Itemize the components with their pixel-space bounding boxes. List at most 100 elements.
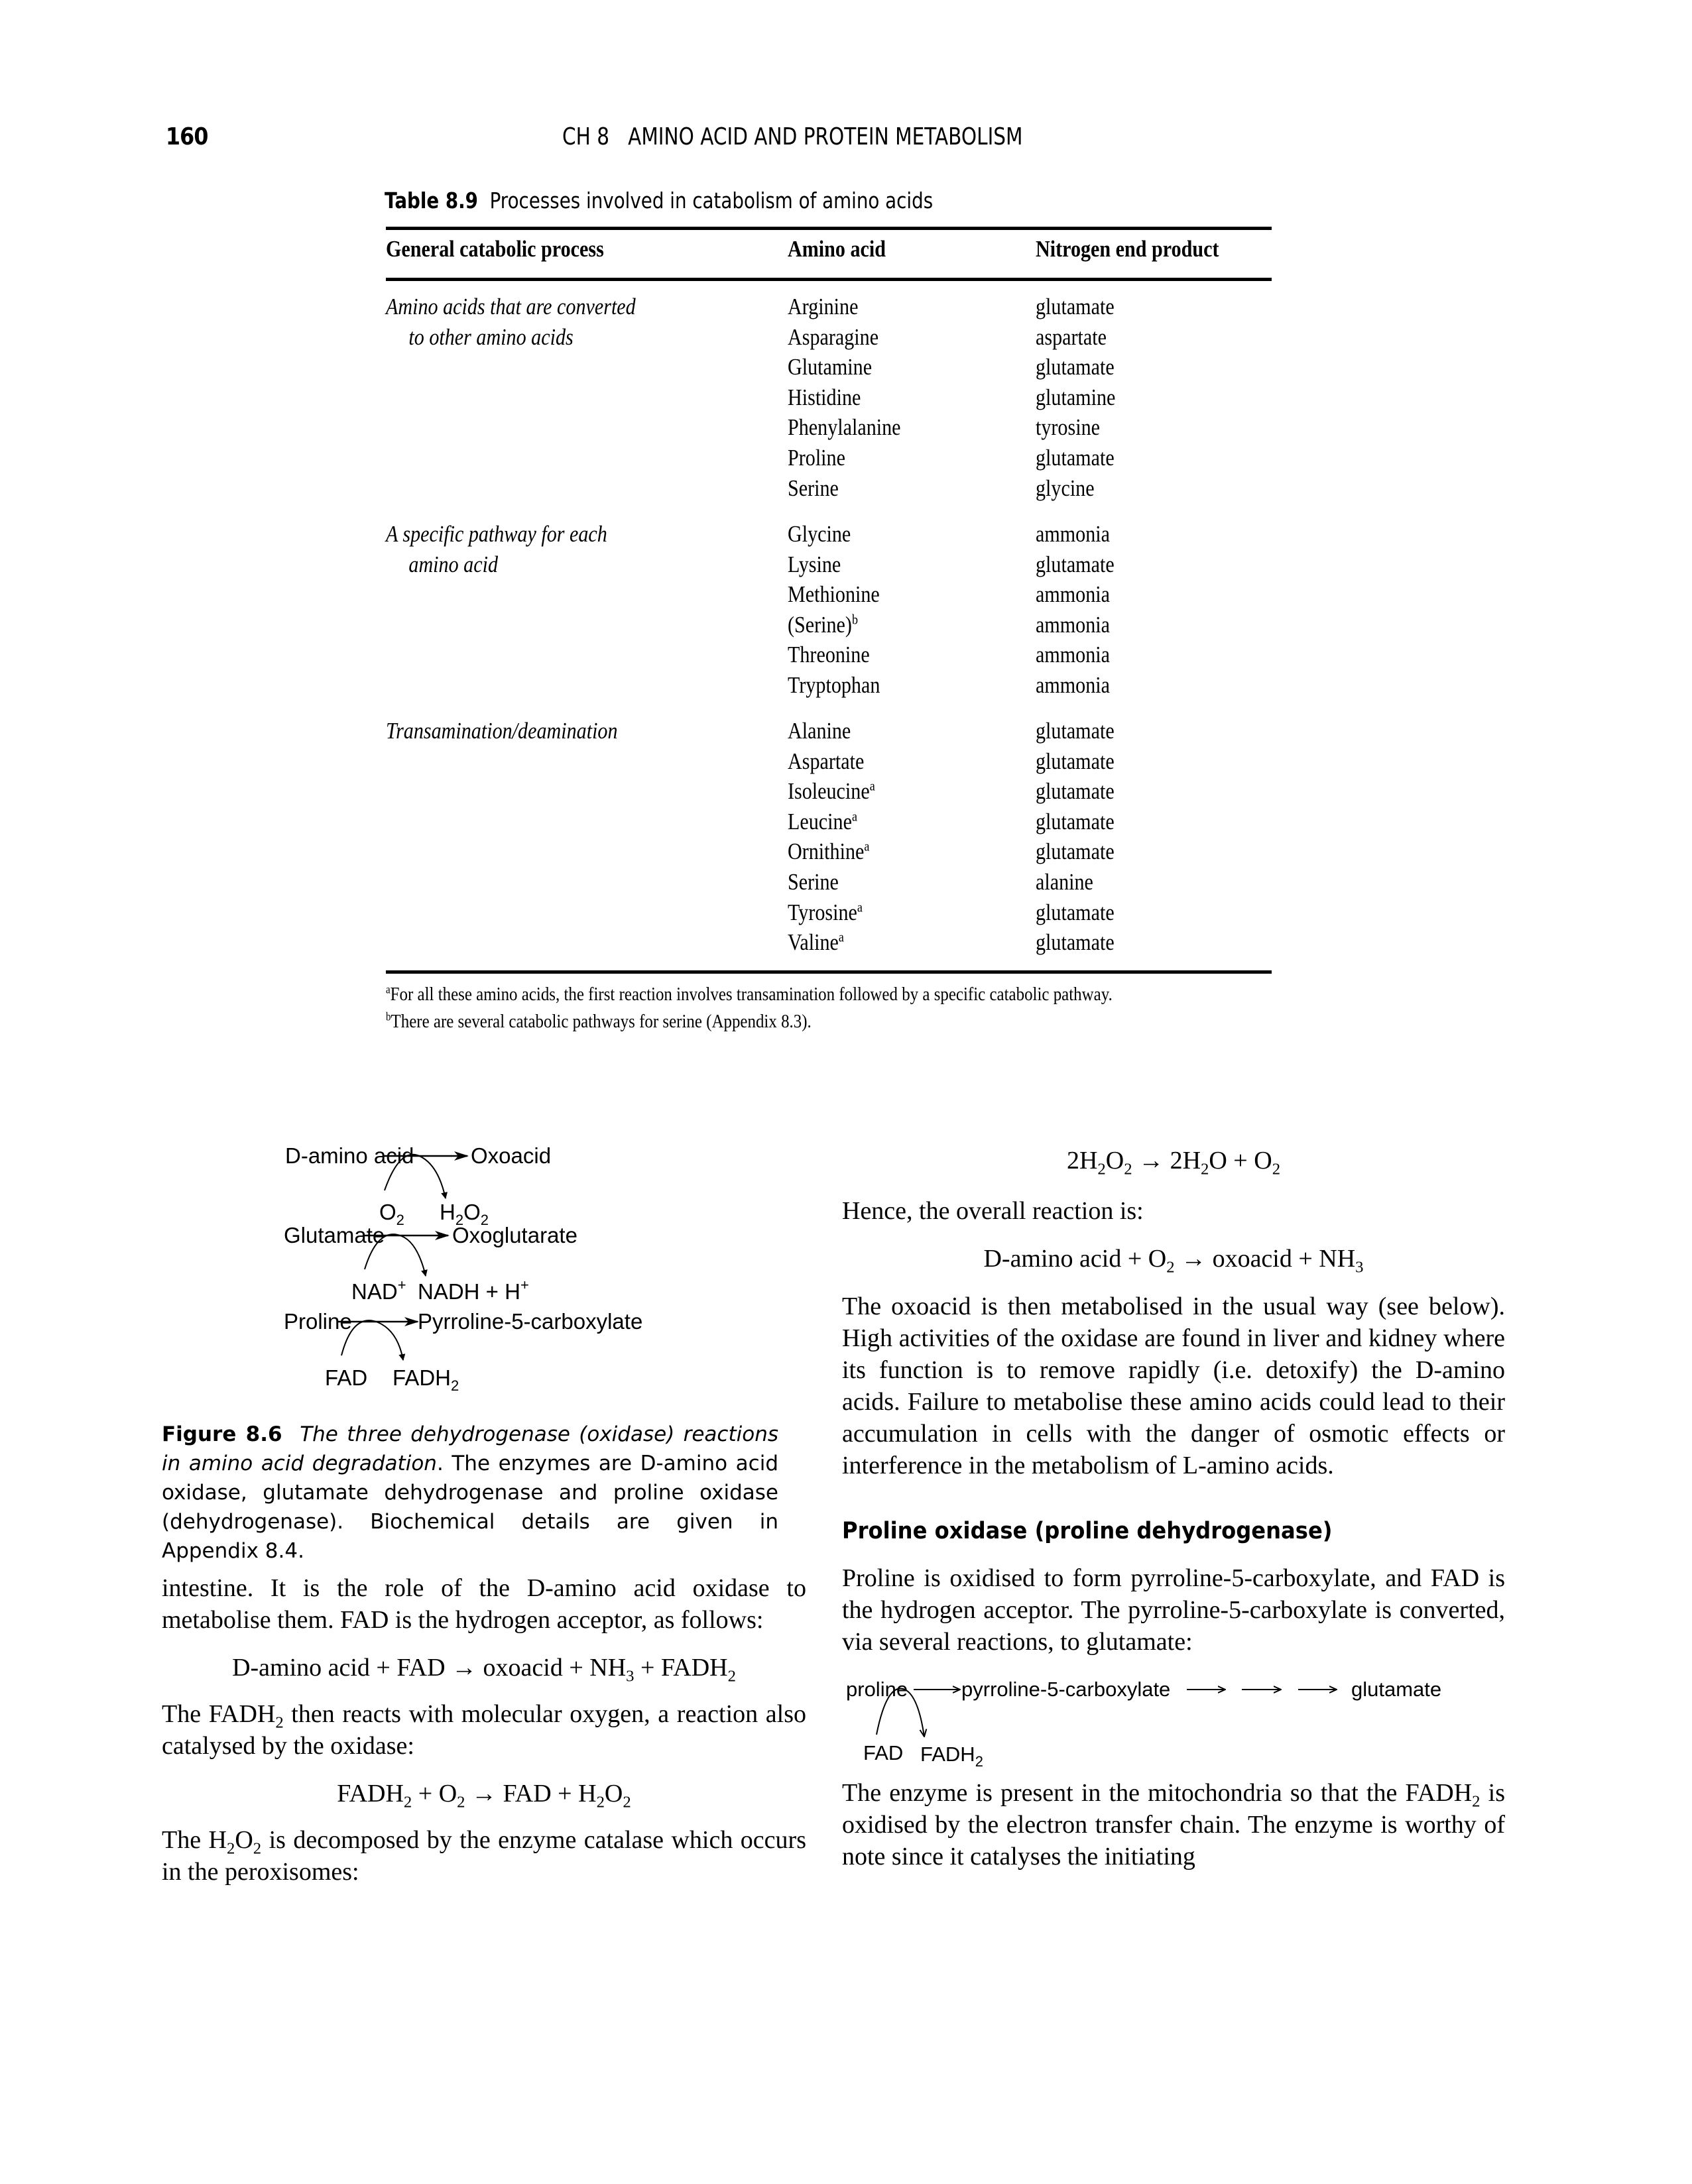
- table-cell-product: glutamate: [1036, 718, 1115, 744]
- reaction-product: Oxoglutarate: [452, 1223, 577, 1247]
- paragraph: The H2O2 is decomposed by the enzyme cat…: [162, 1826, 806, 1886]
- table-cell-product: ammonia: [1036, 611, 1111, 638]
- reaction-d-amino-acid-oxidase: D-amino acid Oxoacid O2 H2O2: [285, 1143, 551, 1228]
- column-header-amino-acid: Amino acid: [788, 236, 886, 262]
- table-cell-amino-acid: Methionine: [788, 581, 880, 608]
- paragraph: The oxoacid is then metabolised in the u…: [842, 1293, 1505, 1479]
- product-list-group1: glutamate aspartate glutamate glutamine …: [1036, 292, 1115, 503]
- scheme-product: glutamate: [1351, 1678, 1441, 1701]
- reaction-glutamate-dehydrogenase: Glutamate Oxoglutarate NAD+ NADH + H+: [284, 1223, 577, 1304]
- cofactor-in: NAD+: [351, 1277, 406, 1304]
- cofactor-in: FAD: [325, 1365, 367, 1390]
- process-label-line1: Transamination/deamination: [386, 718, 618, 744]
- footnote-ref-a: a: [857, 898, 863, 915]
- equation-fadh2-oxygen: FADH2 + O2 → FAD + H2O2: [337, 1780, 631, 1811]
- table-cell-amino-acid: Aspartate: [788, 748, 865, 774]
- equation-catalase: 2H2O2 → 2H2O + O2: [1066, 1147, 1281, 1178]
- table-cell-product: glutamate: [1036, 748, 1115, 774]
- process-label-line1: A specific pathway for each: [386, 521, 607, 547]
- table-cell-amino-acid: Serine: [788, 868, 839, 895]
- amino-acid-list-group1: Arginine Asparagine Glutamine Histidine …: [788, 292, 901, 503]
- paragraph: The FADH2 then reacts with molecular oxy…: [162, 1700, 806, 1760]
- proline-scheme-diagram: proline pyrroline-5-carboxylate glutamat…: [846, 1678, 1441, 1768]
- figure-8-6-diagram: D-amino acid Oxoacid O2 H2O2 Glutamate O…: [284, 1143, 642, 1394]
- table-label: Table 8.9: [385, 188, 478, 213]
- table-cell-product: tyrosine: [1036, 414, 1100, 441]
- scheme-intermediate: pyrroline-5-carboxylate: [961, 1678, 1170, 1701]
- process-group-specific-pathway: A specific pathway for each amino acid: [386, 519, 607, 580]
- process-label-line1: Amino acids that are converted: [386, 294, 636, 319]
- amino-acid-list-group2: Glycine Lysine Methionine (Serine)b Thre…: [788, 519, 880, 701]
- process-group-transamination: Transamination/deamination: [386, 716, 618, 746]
- table-cell-amino-acid: Valinea: [788, 929, 844, 956]
- equation-d-amino-acid-fad: D-amino acid + FAD → oxoacid + NH3 + FAD…: [232, 1654, 736, 1686]
- table-cell-amino-acid: (Serine)b: [788, 611, 858, 638]
- product-list-group2: ammonia glutamate ammonia ammonia ammoni…: [1036, 519, 1115, 701]
- column-header-process: General catabolic process: [386, 236, 604, 262]
- table-cell-product: glutamine: [1036, 384, 1116, 410]
- table-cell-amino-acid: Proline: [788, 444, 845, 471]
- table-cell-product: ammonia: [1036, 671, 1111, 698]
- paragraph: intestine. It is the role of the D-amino…: [162, 1574, 806, 1634]
- process-group-converted: Amino acids that are converted to other …: [386, 292, 636, 353]
- table-cell-product: glutamate: [1036, 778, 1115, 805]
- table-footnotes: aFor all these amino acids, the first re…: [386, 981, 1276, 1035]
- section-heading: Proline oxidase (proline dehydrogenase): [842, 1518, 1333, 1544]
- paragraph: Proline is oxidised to form pyrroline-5-…: [842, 1564, 1505, 1656]
- cofactor-out: NADH + H+: [418, 1277, 529, 1304]
- table-cell-amino-acid: Isoleucinea: [788, 777, 875, 805]
- table-header-rule: [386, 278, 1272, 281]
- running-head: CH 8 AMINO ACID AND PROTEIN METABOLISM: [562, 123, 1023, 150]
- table-cell-product: glutamate: [1036, 294, 1115, 319]
- footnote-ref-a: a: [864, 838, 870, 854]
- footnote-a: aFor all these amino acids, the first re…: [386, 982, 1113, 1005]
- amino-acid-list-group3: Alanine Aspartate Isoleucinea Leucinea O…: [788, 716, 875, 958]
- reaction-product: Pyrroline-5-carboxylate: [418, 1309, 642, 1334]
- table-cell-product: aspartate: [1036, 323, 1107, 350]
- table-cell-amino-acid: Tryptophan: [788, 671, 880, 698]
- figure-label: Figure 8.6: [162, 1422, 282, 1446]
- table-cell-product: glutamate: [1036, 899, 1115, 925]
- table-cell-amino-acid: Lysine: [788, 551, 841, 577]
- reaction-product: Oxoacid: [471, 1143, 551, 1168]
- table-cell-amino-acid: Arginine: [788, 294, 859, 319]
- left-column: intestine. It is the role of the D-amino…: [162, 1572, 806, 1888]
- footnote-ref-a: a: [869, 777, 875, 794]
- table-cell-amino-acid: Asparagine: [788, 323, 879, 350]
- process-label-line2: to other amino acids: [408, 324, 574, 350]
- footnote-ref-a: a: [851, 808, 857, 825]
- table-cell-product: glutamate: [1036, 354, 1115, 380]
- equation-overall: D-amino acid + O2 → oxoacid + NH3: [983, 1245, 1364, 1277]
- table-cell-amino-acid: Serine: [788, 475, 839, 501]
- footnote-ref-a: a: [838, 929, 844, 945]
- table-cell-amino-acid: Tyrosinea: [788, 898, 863, 925]
- table-cell-amino-acid: Glutamine: [788, 354, 873, 380]
- column-header-nitrogen-product: Nitrogen end product: [1036, 236, 1219, 262]
- table-cell-amino-acid: Leucinea: [788, 808, 857, 834]
- table-cell-amino-acid: Threonine: [788, 642, 870, 668]
- process-label-line2: amino acid: [408, 551, 499, 577]
- table-cell-amino-acid: Alanine: [788, 718, 851, 744]
- footnote-ref-b: b: [851, 611, 858, 628]
- table-cell-amino-acid: Phenylalanine: [788, 414, 901, 441]
- reaction-proline-oxidase: Proline Pyrroline-5-carboxylate FAD FADH…: [284, 1309, 642, 1394]
- table-cell-product: ammonia: [1036, 581, 1111, 608]
- right-column: 2H2O2 → 2H2O + O2 Hence, the overall rea…: [842, 1145, 1505, 1872]
- table-cell-product: glutamate: [1036, 551, 1115, 577]
- table-title: Processes involved in catabolism of amin…: [489, 188, 934, 213]
- cofactor-out: FADH2: [393, 1365, 459, 1394]
- table-cell-amino-acid: Histidine: [788, 384, 861, 410]
- table-cell-amino-acid: Ornithinea: [788, 838, 870, 865]
- figure-caption: Figure 8.6 The three dehydrogenase (oxid…: [162, 1420, 778, 1566]
- table-cell-product: alanine: [1036, 868, 1093, 895]
- paragraph: Hence, the overall reaction is:: [842, 1197, 1144, 1225]
- scheme-cofactor-in: FAD: [863, 1741, 903, 1764]
- table-top-rule: [386, 227, 1272, 230]
- footnote-b: bThere are several catabolic pathways fo…: [386, 1009, 812, 1032]
- table-caption: Table 8.9 Processes involved in cataboli…: [385, 188, 933, 213]
- table-cell-product: glycine: [1036, 475, 1095, 501]
- table-cell-amino-acid: Glycine: [788, 521, 851, 547]
- table-cell-product: glutamate: [1036, 838, 1115, 865]
- table-bottom-rule: [386, 970, 1272, 974]
- table-cell-product: glutamate: [1036, 929, 1115, 956]
